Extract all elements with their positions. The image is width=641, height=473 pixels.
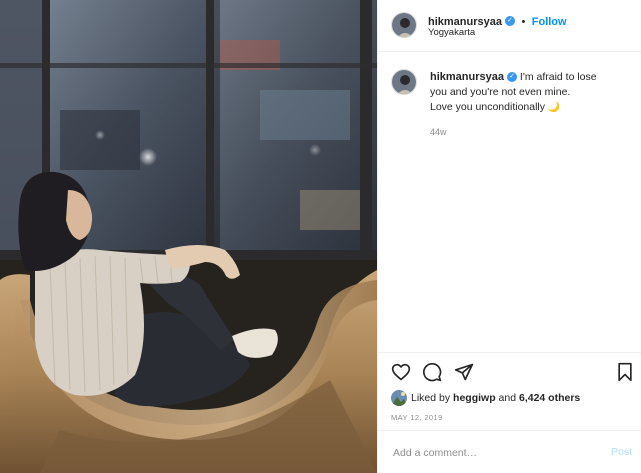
caption-avatar[interactable] xyxy=(391,69,417,95)
caption-line-2: you and you're not even mine. xyxy=(430,86,571,98)
follow-separator: • xyxy=(521,16,526,28)
likes-joiner: and xyxy=(495,391,519,404)
likes-count[interactable]: 6,424 others xyxy=(519,392,580,404)
comments-area: hikmanursyaa ✓ I'm afraid to lose you and… xyxy=(378,52,641,352)
follow-button[interactable]: Follow xyxy=(532,16,567,28)
post-detail-panel: hikmanursyaa ✓ • Follow Yogyakarta hikman… xyxy=(377,0,641,473)
post-date[interactable]: MAY 12, 2019 xyxy=(391,413,443,422)
post-photo[interactable] xyxy=(0,0,377,473)
verified-badge-icon: ✓ xyxy=(506,72,517,83)
caption-line-3: Love you unconditionally xyxy=(430,101,545,113)
post-comment-button[interactable]: Post xyxy=(611,446,632,458)
verified-badge-icon: ✓ xyxy=(504,15,515,26)
heart-icon[interactable] xyxy=(391,362,411,387)
paper-plane-icon[interactable] xyxy=(454,362,474,387)
location-link[interactable]: Yogyakarta xyxy=(428,27,475,38)
moon-emoji: 🌙 xyxy=(547,102,561,113)
liker-avatar[interactable] xyxy=(391,390,407,406)
comment-input[interactable] xyxy=(391,442,595,464)
likes-prefix: Liked by xyxy=(411,391,454,404)
caption-username[interactable]: hikmanursyaa xyxy=(430,71,504,83)
post-header: hikmanursyaa ✓ • Follow Yogyakarta xyxy=(378,0,641,52)
likes-summary: Liked by heggiwp and 6,424 others xyxy=(391,390,580,406)
avatar[interactable] xyxy=(391,12,417,38)
bookmark-icon[interactable] xyxy=(616,362,634,387)
photo-illustration xyxy=(0,0,377,473)
caption: hikmanursyaa ✓ I'm afraid to lose you and… xyxy=(430,70,630,137)
add-comment-bar: Post xyxy=(378,430,641,473)
caption-line-1: I'm afraid to lose xyxy=(519,71,597,83)
time-ago[interactable]: 44w xyxy=(430,127,630,137)
liker-username[interactable]: heggiwp xyxy=(453,392,496,404)
comment-bubble-icon[interactable] xyxy=(422,362,442,387)
